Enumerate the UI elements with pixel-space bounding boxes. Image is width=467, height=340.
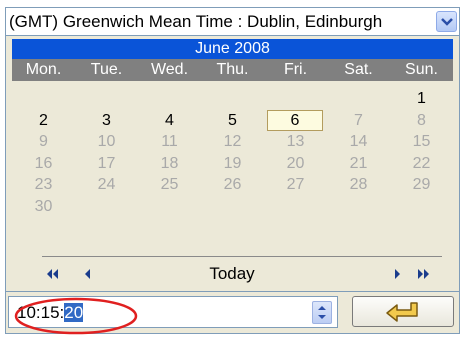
screenshot-frame: (GMT) Greenwich Mean Time : Dublin, Edin… [0,0,467,340]
timezone-dropdown-button[interactable] [436,11,457,32]
calendar-day[interactable]: 3 [75,110,138,131]
weekday-label: Sat. [344,61,373,78]
chevron-down-icon [441,18,453,26]
prev-year-button[interactable] [44,266,62,282]
calendar-day[interactable]: 23 [12,174,75,195]
weekday-header-row: Mon. Tue. Wed. Thu. Fri. Sat. Sun. [12,59,453,81]
next-month-button[interactable] [388,266,406,282]
enter-return-icon [386,302,418,322]
time-spinner[interactable] [312,301,332,324]
bottom-divider [6,291,459,292]
today-button[interactable]: Today [192,263,272,285]
calendar-day[interactable]: 27 [264,174,327,195]
calendar-day[interactable]: 30 [12,196,75,217]
datetime-picker: (GMT) Greenwich Mean Time : Dublin, Edin… [5,7,460,334]
calendar-day[interactable]: 13 [264,131,327,152]
calendar-day[interactable]: 5 [201,110,264,131]
calendar-day[interactable]: 16 [12,153,75,174]
calendar-day[interactable]: 18 [138,153,201,174]
calendar-day[interactable]: 25 [138,174,201,195]
nav-divider [42,256,442,257]
calendar-day[interactable]: 11 [138,131,201,152]
double-left-arrow-icon [47,269,58,279]
calendar-day[interactable]: 20 [264,153,327,174]
calendar-day[interactable]: 14 [327,131,390,152]
highlight-ellipse [14,297,138,335]
weekday-label: Tue. [90,61,123,78]
spinner-icon [318,306,326,319]
left-arrow-icon [85,269,90,279]
calendar-day[interactable]: 9 [12,131,75,152]
calendar-day[interactable]: 7 [327,110,390,131]
weekday-label: Wed. [150,61,189,78]
weekday-label: Mon. [25,61,62,78]
calendar-day[interactable]: 17 [75,153,138,174]
calendar-day[interactable]: 8 [390,110,453,131]
enter-button[interactable] [352,296,454,327]
calendar-day[interactable]: 26 [201,174,264,195]
calendar-day[interactable]: 28 [327,174,390,195]
calendar-day[interactable]: 24 [75,174,138,195]
calendar-day[interactable]: 29 [390,174,453,195]
timezone-select[interactable]: (GMT) Greenwich Mean Time : Dublin, Edin… [6,8,459,36]
calendar-day-today[interactable]: 6 [267,109,323,131]
next-year-button[interactable] [414,266,432,282]
right-arrow-icon [395,269,400,279]
weekday-label: Fri. [283,61,308,78]
calendar-day[interactable]: 12 [201,131,264,152]
prev-month-button[interactable] [80,266,98,282]
double-right-arrow-icon [418,269,429,279]
calendar-month-title: June 2008 [12,39,453,59]
calendar-day[interactable]: 15 [390,131,453,152]
calendar-day[interactable]: 1 [390,88,453,109]
calendar-day[interactable]: 22 [390,153,453,174]
calendar-day[interactable]: 21 [327,153,390,174]
calendar-day[interactable]: 10 [75,131,138,152]
weekday-label: Sun. [405,61,438,78]
calendar-day[interactable]: 4 [138,110,201,131]
calendar-day[interactable]: 19 [201,153,264,174]
calendar-day[interactable]: 2 [12,110,75,131]
weekday-label: Thu. [216,61,249,78]
timezone-value: (GMT) Greenwich Mean Time : Dublin, Edin… [9,12,383,31]
